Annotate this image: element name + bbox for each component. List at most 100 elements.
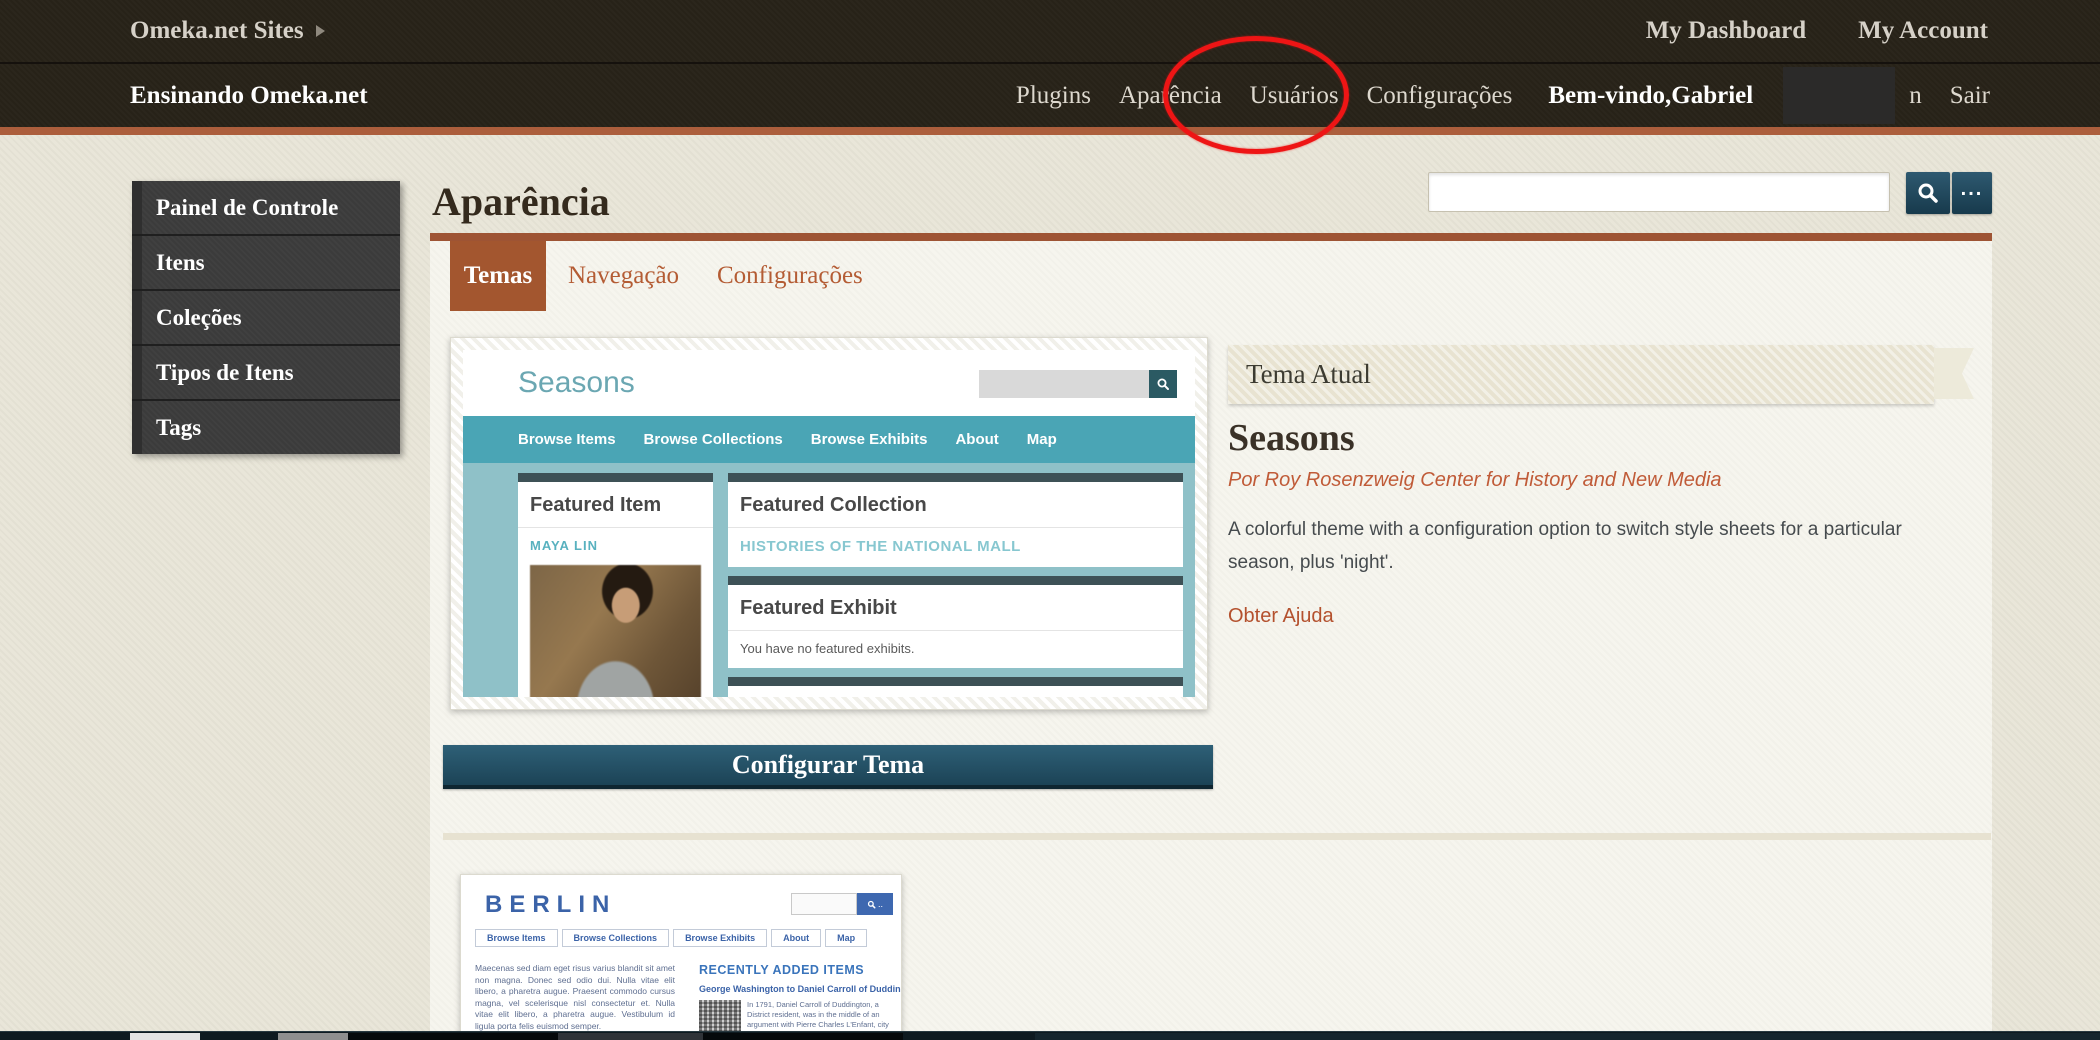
preview-gap xyxy=(728,567,1183,576)
preview-header: Seasons xyxy=(463,350,1195,416)
seasons-preview-site: Seasons Browse Items Browse Collectio xyxy=(463,350,1195,697)
sidebar-item-tags[interactable]: Tags xyxy=(132,401,400,454)
berlin-right-column: RECENTLY ADDED ITEMS George Washington t… xyxy=(699,963,899,1040)
berlin-search-dots: .. xyxy=(878,899,883,909)
tab-navegacao[interactable]: Navegação xyxy=(568,241,679,311)
berlin-tab-browse-collections: Browse Collections xyxy=(562,929,670,947)
page-title: Aparência xyxy=(432,178,610,225)
theme-list-divider xyxy=(443,833,1991,840)
sidebar-item-painel-de-controle[interactable]: Painel de Controle xyxy=(132,181,400,236)
banner-ribbon-tail xyxy=(1934,348,1974,399)
preview-panel-bar xyxy=(728,473,1183,482)
taskbar-segment xyxy=(130,1033,200,1040)
berlin-left-column: Maecenas sed diam eget risus varius blan… xyxy=(475,963,675,1040)
top-bar-links: My Dashboard My Account xyxy=(1646,0,1988,62)
preview-right-column: Featured Collection HISTORIES OF THE NAT… xyxy=(728,473,1183,697)
preview-nav-browse-items: Browse Items xyxy=(518,431,616,448)
sidebar: Painel de Controle Itens Coleções Tipos … xyxy=(132,181,400,454)
berlin-tab-browse-items: Browse Items xyxy=(475,929,558,947)
panel-top-border xyxy=(430,233,1992,241)
berlin-search: .. xyxy=(791,893,893,915)
preview-gap xyxy=(728,668,1183,677)
preview-nav-browse-collections: Browse Collections xyxy=(644,431,783,448)
nav-plugins[interactable]: Plugins xyxy=(1016,82,1091,110)
preview-search xyxy=(979,370,1177,398)
preview-search-input xyxy=(979,370,1149,398)
berlin-theme-screenshot: BERLIN .. Browse Items Browse Collection… xyxy=(460,874,902,1040)
omeka-admin-screen: Omeka.net Sites My Dashboard My Account … xyxy=(0,0,2100,1040)
berlin-search-input xyxy=(791,893,857,915)
search-button[interactable] xyxy=(1906,172,1950,214)
search-icon xyxy=(867,900,876,909)
featured-exhibit-panel: Featured Exhibit You have no featured ex… xyxy=(728,585,1183,668)
get-help-link[interactable]: Obter Ajuda xyxy=(1228,605,1334,628)
preview-panel-bar xyxy=(518,473,713,482)
berlin-search-button: .. xyxy=(857,893,893,915)
site-title-link[interactable]: Ensinando Omeka.net xyxy=(130,64,368,127)
berlin-recent-item-title: George Washington to Daniel Carroll of D… xyxy=(699,984,899,994)
sites-menu-label: Omeka.net Sites xyxy=(130,17,304,45)
preview-nav: Browse Items Browse Collections Browse E… xyxy=(463,416,1195,463)
featured-collection-heading: Featured Collection xyxy=(740,494,1171,517)
preview-nav-map: Map xyxy=(1027,431,1057,448)
featured-collection-link: HISTORIES OF THE NATIONAL MALL xyxy=(740,538,1171,555)
berlin-nav-tabs: Browse Items Browse Collections Browse E… xyxy=(475,929,867,947)
chevron-right-icon xyxy=(316,25,325,37)
preview-body: Featured Item MAYA LIN Featured Collecti… xyxy=(463,463,1195,697)
preview-nav-browse-exhibits: Browse Exhibits xyxy=(811,431,928,448)
taskbar-segment xyxy=(278,1033,348,1040)
preview-divider xyxy=(518,527,713,528)
preview-panel-bar xyxy=(728,576,1183,585)
featured-item-panel: Featured Item MAYA LIN xyxy=(518,482,713,697)
featured-item-heading: Featured Item xyxy=(530,494,701,517)
current-theme-author[interactable]: Por Roy Rosenzweig Center for History an… xyxy=(1228,469,1722,492)
my-dashboard-link[interactable]: My Dashboard xyxy=(1646,17,1806,45)
search-icon xyxy=(1917,182,1939,204)
preview-logo: Seasons xyxy=(518,366,635,400)
nav-configuracoes[interactable]: Configurações xyxy=(1367,82,1513,110)
sidebar-item-itens[interactable]: Itens xyxy=(132,236,400,291)
header-underline xyxy=(0,127,2100,135)
sidebar-item-colecoes[interactable]: Coleções xyxy=(132,291,400,346)
redaction-overlay xyxy=(1783,67,1895,124)
search-input[interactable] xyxy=(1428,172,1890,212)
preview-divider xyxy=(728,527,1183,528)
hidden-text-fragment: n xyxy=(1909,82,1922,110)
current-theme-name: Seasons xyxy=(1228,416,1355,460)
welcome-text: Bem-vindo,Gabriel xyxy=(1548,82,1753,110)
berlin-tab-browse-exhibits: Browse Exhibits xyxy=(673,929,767,947)
seasons-theme-screenshot: Seasons Browse Items Browse Collectio xyxy=(450,337,1208,710)
berlin-recent-heading: RECENTLY ADDED ITEMS xyxy=(699,963,899,977)
content-panel: Temas Navegação Configurações Seasons xyxy=(430,233,1992,1040)
taskbar-segment xyxy=(558,1033,703,1040)
tab-configuracoes[interactable]: Configurações xyxy=(717,241,863,311)
taskbar-segment xyxy=(348,1033,558,1040)
berlin-tab-map: Map xyxy=(825,929,867,947)
current-theme-description: A colorful theme with a configuration op… xyxy=(1228,513,1938,579)
preview-divider xyxy=(728,630,1183,631)
maya-lin-photo xyxy=(530,565,701,697)
recently-added-panel: Recently Added Items xyxy=(728,686,1183,697)
sites-menu[interactable]: Omeka.net Sites xyxy=(130,0,325,62)
featured-collection-panel: Featured Collection HISTORIES OF THE NAT… xyxy=(728,482,1183,567)
featured-exhibit-empty-text: You have no featured exhibits. xyxy=(740,641,1171,656)
my-account-link[interactable]: My Account xyxy=(1858,17,1988,45)
berlin-intro-text: Maecenas sed diam eget risus varius blan… xyxy=(475,963,675,1032)
preview-search-button xyxy=(1149,370,1177,398)
preview-nav-about: About xyxy=(955,431,998,448)
search-options-button[interactable]: ... xyxy=(1952,172,1992,214)
sidebar-item-tipos-de-itens[interactable]: Tipos de Itens xyxy=(132,346,400,401)
berlin-tab-about: About xyxy=(771,929,821,947)
taskbar-segment xyxy=(703,1033,903,1040)
taskbar[interactable] xyxy=(0,1031,2100,1040)
top-bar: Omeka.net Sites My Dashboard My Account xyxy=(0,0,2100,64)
taskbar-segment xyxy=(1035,1033,2100,1040)
logout-link[interactable]: Sair xyxy=(1950,82,1990,110)
admin-bar: Ensinando Omeka.net Plugins Aparência Us… xyxy=(0,64,2100,127)
berlin-logo: BERLIN xyxy=(485,891,616,919)
current-theme-banner: Tema Atual xyxy=(1228,345,1934,404)
tab-temas[interactable]: Temas xyxy=(450,241,546,311)
configure-theme-button[interactable]: Configurar Tema xyxy=(443,745,1213,789)
featured-exhibit-heading: Featured Exhibit xyxy=(740,597,1171,620)
search-icon xyxy=(1156,377,1170,391)
